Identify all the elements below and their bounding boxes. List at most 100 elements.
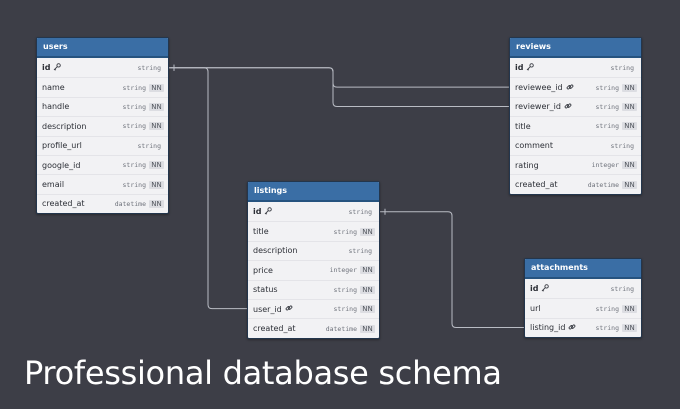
- column-row-users-handle[interactable]: handle string NN: [37, 96, 168, 116]
- column-row-users-google_id[interactable]: google_id string NN: [37, 154, 168, 174]
- column-type: string: [333, 285, 357, 294]
- column-row-attachments-id[interactable]: id string: [525, 279, 641, 298]
- table-header-users[interactable]: users: [37, 38, 168, 58]
- column-name-text: reviewer_id: [515, 102, 561, 112]
- foreign-key-link-icon: [568, 323, 576, 333]
- column-row-users-created_at[interactable]: created_at datetime NN: [37, 193, 168, 213]
- column-name: handle: [42, 102, 123, 111]
- column-name-text: url: [530, 304, 541, 314]
- column-row-listings-created_at[interactable]: created_at datetime NN: [248, 318, 379, 337]
- table-header-reviews[interactable]: reviews: [510, 38, 641, 58]
- column-name-text: listing_id: [530, 323, 566, 333]
- table-listings[interactable]: listings id string title string NN description…: [247, 181, 380, 339]
- column-row-reviews-id[interactable]: id string: [510, 58, 641, 77]
- column-type: string: [595, 102, 619, 111]
- column-name-text: profile_url: [42, 141, 82, 151]
- column-name-text: name: [42, 83, 65, 93]
- column-name-text: google_id: [42, 160, 81, 170]
- column-row-users-description[interactable]: description string NN: [37, 116, 168, 135]
- primary-key-icon: [526, 62, 535, 73]
- column-name: rating: [515, 161, 592, 170]
- column-type: string: [137, 141, 161, 150]
- column-name-text: comment: [515, 141, 554, 151]
- relation-line-users-listings-user_id: [168, 67, 248, 310]
- column-type: string: [348, 207, 372, 216]
- table-body-listings: id string title string NN description string pr…: [248, 202, 379, 338]
- column-row-users-email[interactable]: email string NN: [37, 174, 168, 193]
- column-type: string: [122, 122, 146, 131]
- column-name: description: [42, 122, 123, 131]
- column-row-reviews-created_at[interactable]: created_at datetime NN: [510, 174, 641, 193]
- table-attachments[interactable]: attachments id string url string NN listing_id…: [524, 258, 642, 339]
- column-row-users-id[interactable]: id string: [37, 58, 168, 77]
- column-row-listings-price[interactable]: price integer NN: [248, 260, 379, 279]
- column-name: id: [515, 62, 611, 73]
- foreign-key-link-icon: [564, 102, 572, 112]
- column-row-users-name[interactable]: name string NN: [37, 77, 168, 96]
- column-name-text: created_at: [253, 324, 296, 334]
- column-row-listings-title[interactable]: title string NN: [248, 221, 379, 240]
- column-name: reviewee_id: [515, 83, 596, 93]
- column-row-listings-user_id[interactable]: user_id string NN: [248, 298, 379, 318]
- not-null-badge: NN: [622, 304, 637, 313]
- column-type: string: [595, 304, 619, 313]
- column-type: string: [595, 122, 619, 131]
- column-name: listing_id: [530, 323, 596, 333]
- not-null-badge: NN: [149, 180, 164, 189]
- relation-line-users-reviews-reviewee_id: [168, 67, 510, 88]
- column-type: string: [348, 246, 372, 255]
- column-name: status: [253, 285, 334, 294]
- column-name-text: description: [253, 246, 298, 256]
- not-null-badge: NN: [149, 102, 164, 111]
- column-name: id: [530, 283, 611, 294]
- table-body-reviews: id string reviewee_id string NN reviewer_id st…: [510, 58, 641, 194]
- column-row-listings-description[interactable]: description string: [248, 240, 379, 260]
- column-name-text: handle: [42, 102, 70, 112]
- not-null-badge: NN: [622, 122, 637, 131]
- column-name: user_id: [253, 304, 334, 314]
- not-null-badge: NN: [622, 180, 637, 189]
- table-users[interactable]: users id string name string NN handle string NN d…: [36, 37, 169, 215]
- primary-key-icon: [541, 283, 550, 294]
- column-name-text: rating: [515, 160, 539, 170]
- column-name-text: id: [42, 63, 51, 73]
- table-header-attachments[interactable]: attachments: [525, 259, 641, 279]
- not-null-badge: NN: [622, 83, 637, 92]
- foreign-key-link-icon: [285, 304, 293, 314]
- not-null-badge: NN: [149, 122, 164, 131]
- column-name-text: created_at: [42, 199, 85, 209]
- column-name-text: title: [515, 121, 531, 131]
- primary-key-icon: [264, 206, 273, 217]
- column-row-listings-status[interactable]: status string NN: [248, 279, 379, 299]
- primary-key-icon: [53, 62, 62, 73]
- column-name: url: [530, 304, 596, 313]
- column-type: string: [122, 161, 146, 170]
- column-row-attachments-url[interactable]: url string NN: [525, 298, 641, 317]
- column-name: email: [42, 180, 123, 189]
- foreign-key-link-icon: [566, 83, 574, 93]
- column-row-listings-id[interactable]: id string: [248, 202, 379, 221]
- column-name: price: [253, 266, 330, 275]
- table-reviews[interactable]: reviews id string reviewee_id string NN review…: [509, 37, 642, 195]
- not-null-badge: NN: [149, 83, 164, 92]
- column-type: string: [122, 180, 146, 189]
- column-row-reviews-reviewee_id[interactable]: reviewee_id string NN: [510, 77, 641, 96]
- column-row-reviews-title[interactable]: title string NN: [510, 116, 641, 135]
- column-type: string: [122, 102, 146, 111]
- column-name: description: [253, 246, 349, 255]
- column-name: comment: [515, 141, 611, 150]
- column-row-reviews-reviewer_id[interactable]: reviewer_id string NN: [510, 96, 641, 116]
- column-name-text: created_at: [515, 180, 558, 190]
- table-header-listings[interactable]: listings: [248, 182, 379, 202]
- column-row-users-profile_url[interactable]: profile_url string: [37, 135, 168, 155]
- not-null-badge: NN: [622, 323, 637, 332]
- column-type: datetime: [325, 324, 357, 333]
- column-row-reviews-comment[interactable]: comment string: [510, 135, 641, 155]
- column-type: string: [137, 63, 161, 72]
- column-row-attachments-listing_id[interactable]: listing_id string NN: [525, 317, 641, 337]
- column-row-reviews-rating[interactable]: rating integer NN: [510, 154, 641, 174]
- column-name: profile_url: [42, 141, 138, 150]
- relation-line-users-reviews-reviewer_id: [168, 67, 510, 107]
- column-type: string: [610, 141, 634, 150]
- not-null-badge: NN: [360, 266, 375, 275]
